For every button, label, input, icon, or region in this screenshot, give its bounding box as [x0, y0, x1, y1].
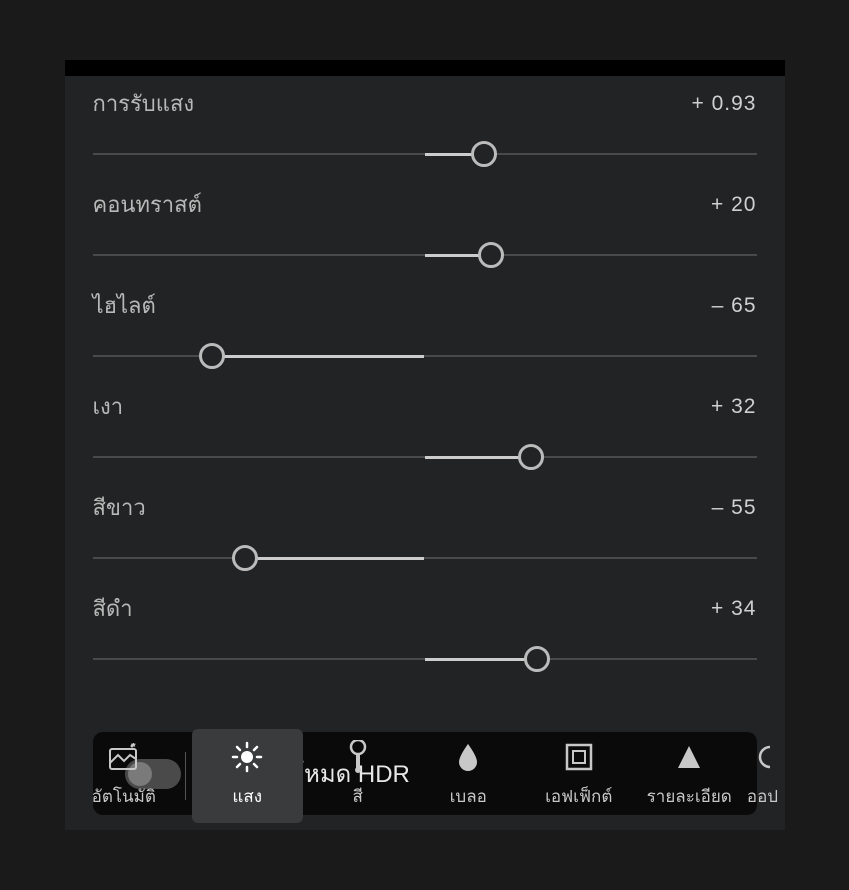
effects-icon	[563, 741, 595, 773]
blur-icon	[452, 741, 484, 773]
tab-label: เอฟเฟ็กต์	[545, 783, 612, 810]
tab-optics[interactable]: ออป	[745, 729, 781, 823]
slider-label: การรับแสง	[93, 86, 195, 121]
top-black-bar	[65, 60, 785, 76]
color-icon	[342, 741, 374, 773]
slider-value: + 0.93	[692, 92, 757, 116]
bottom-tabs: อัตโนมัติ	[65, 723, 785, 828]
slider-track[interactable]	[93, 442, 757, 472]
slider-label: สีดำ	[93, 591, 133, 626]
slider-thumb[interactable]	[524, 646, 550, 672]
tab-label: สี	[353, 783, 363, 810]
tab-label: อัตโนมัติ	[92, 783, 156, 810]
slider-exposure: การรับแสง + 0.93	[93, 86, 757, 169]
slider-label: สีขาว	[93, 490, 146, 525]
optics-icon	[747, 741, 779, 773]
editor-panel: การรับแสง + 0.93 คอนทราสต์ + 20 ไฮไล	[65, 60, 785, 830]
tab-blur[interactable]: เบลอ	[413, 729, 524, 823]
tab-label: เบลอ	[450, 783, 487, 810]
tab-divider	[185, 752, 186, 800]
slider-thumb[interactable]	[232, 545, 258, 571]
slider-value: – 55	[712, 496, 757, 520]
tab-color[interactable]: สี	[303, 729, 414, 823]
detail-icon	[673, 741, 705, 773]
slider-value: + 20	[711, 193, 756, 217]
tab-label: ออป	[747, 783, 778, 810]
tab-auto[interactable]: อัตโนมัติ	[69, 729, 180, 823]
slider-track[interactable]	[93, 139, 757, 169]
slider-value: + 34	[711, 597, 756, 621]
tab-label: แสง	[232, 783, 262, 810]
slider-thumb[interactable]	[199, 343, 225, 369]
slider-thumb[interactable]	[478, 242, 504, 268]
slider-shadows: เงา + 32	[93, 389, 757, 472]
auto-icon	[108, 741, 140, 773]
slider-track[interactable]	[93, 543, 757, 573]
slider-thumb[interactable]	[471, 141, 497, 167]
slider-blacks: สีดำ + 34	[93, 591, 757, 674]
slider-track[interactable]	[93, 644, 757, 674]
slider-track[interactable]	[93, 341, 757, 371]
slider-label: เงา	[93, 389, 124, 424]
tab-detail[interactable]: รายละเอียด	[634, 729, 745, 823]
slider-highlights: ไฮไลต์ – 65	[93, 288, 757, 371]
slider-value: – 65	[712, 294, 757, 318]
slider-label: ไฮไลต์	[93, 288, 156, 323]
slider-value: + 32	[711, 395, 756, 419]
tab-effects[interactable]: เอฟเฟ็กต์	[524, 729, 635, 823]
tab-light[interactable]: แสง	[192, 729, 303, 823]
slider-contrast: คอนทราสต์ + 20	[93, 187, 757, 270]
slider-label: คอนทราสต์	[93, 187, 202, 222]
slider-track[interactable]	[93, 240, 757, 270]
slider-whites: สีขาว – 55	[93, 490, 757, 573]
slider-thumb[interactable]	[518, 444, 544, 470]
sliders-area: การรับแสง + 0.93 คอนทราสต์ + 20 ไฮไล	[65, 76, 785, 712]
light-icon	[231, 741, 263, 773]
tab-label: รายละเอียด	[647, 783, 732, 810]
